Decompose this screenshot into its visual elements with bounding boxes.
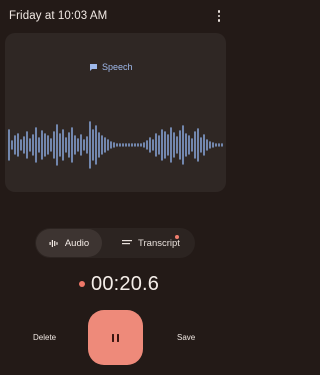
transcript-lines-icon <box>122 240 133 245</box>
tab-transcript[interactable]: Transcript <box>108 229 194 257</box>
speech-label: Speech <box>89 61 133 73</box>
speech-label-text: Speech <box>102 62 133 72</box>
elapsed-time: 00:20.6 <box>91 272 160 295</box>
tab-audio-label: Audio <box>64 237 90 249</box>
speech-bubble-icon <box>90 63 97 71</box>
save-button[interactable]: Save <box>177 333 195 342</box>
recording-title: Friday at 10:03 AM <box>9 10 108 22</box>
audio-bars-icon <box>49 239 58 247</box>
timer: 00:20.6 <box>79 272 159 296</box>
more-vert-icon[interactable] <box>214 9 224 23</box>
pause-icon <box>111 333 120 342</box>
audio-waveform <box>8 121 223 169</box>
recording-indicator <box>79 281 85 287</box>
transcript-badge <box>175 235 179 239</box>
tab-audio[interactable]: Audio <box>36 229 102 257</box>
top-bar: Friday at 10:03 AM <box>0 0 231 32</box>
pause-button[interactable] <box>88 310 143 365</box>
delete-button[interactable]: Delete <box>33 333 56 342</box>
tab-transcript-label: Transcript <box>138 237 180 249</box>
